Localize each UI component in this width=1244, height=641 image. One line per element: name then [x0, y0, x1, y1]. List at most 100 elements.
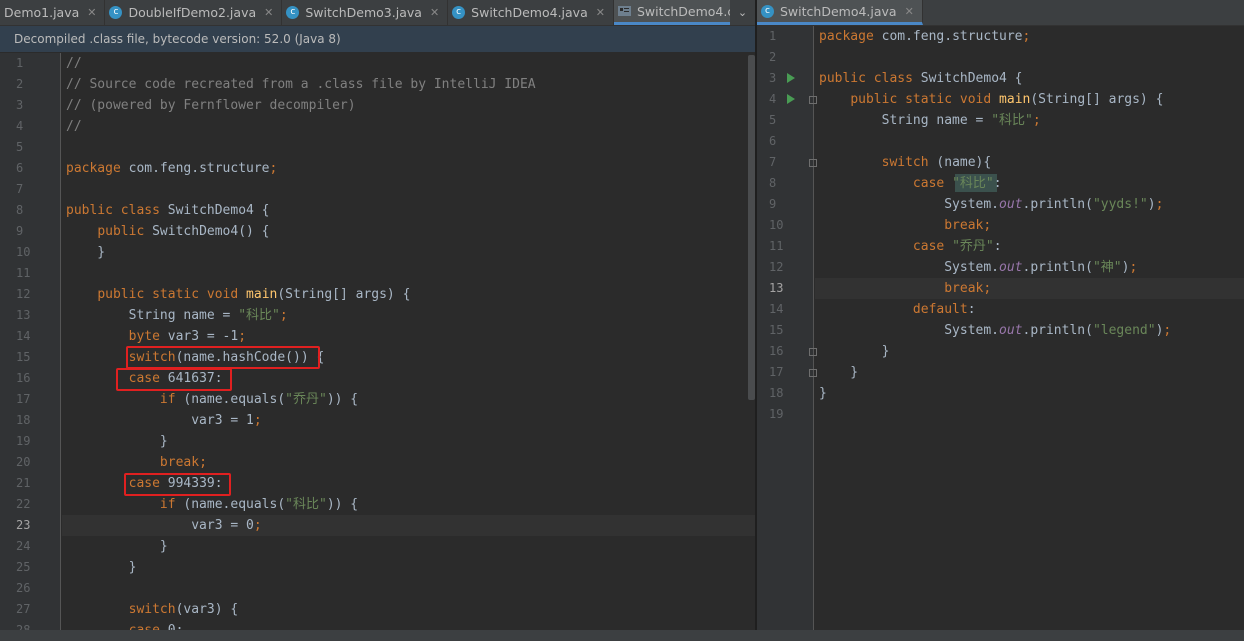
- code-line[interactable]: case "乔丹":: [819, 238, 1002, 255]
- line-number: 22: [16, 497, 31, 511]
- code-line[interactable]: var3 = 1;: [66, 412, 261, 429]
- code-line[interactable]: if (name.equals("乔丹")) {: [66, 391, 358, 408]
- code-line[interactable]: public static void main(String[] args) {: [66, 286, 410, 303]
- code-line[interactable]: }: [66, 538, 168, 555]
- tab-list-chevron-icon[interactable]: ⌄: [730, 0, 755, 25]
- code-line[interactable]: //: [66, 55, 82, 72]
- class-file-icon: [617, 5, 631, 17]
- tab-label: SwitchDemo3.java: [305, 5, 422, 20]
- code-line[interactable]: System.out.println("yyds!");: [819, 196, 1163, 213]
- java-class-icon: c: [109, 6, 123, 19]
- line-number: 8: [769, 176, 777, 190]
- run-gutter-icon[interactable]: [787, 73, 795, 83]
- line-number: 11: [769, 239, 784, 253]
- line-number: 20: [16, 455, 31, 469]
- code-line[interactable]: //: [66, 118, 82, 135]
- right-tab-0[interactable]: c SwitchDemo4.java ✕: [757, 0, 923, 25]
- line-number: 17: [769, 365, 784, 379]
- run-gutter-icon[interactable]: [787, 94, 795, 104]
- annotation-box-case-641637: [116, 368, 232, 391]
- line-number: 9: [769, 197, 777, 211]
- right-editor[interactable]: 1 package com.feng.structure; 2 3 public cla…: [757, 26, 1244, 630]
- line-number: 4: [769, 92, 777, 106]
- line-number: 16: [16, 371, 31, 385]
- line-number: 28: [16, 623, 31, 630]
- line-number: 14: [16, 329, 31, 343]
- code-line[interactable]: public SwitchDemo4() {: [66, 223, 269, 240]
- line-number: 3: [769, 71, 777, 85]
- code-line[interactable]: byte var3 = -1;: [66, 328, 246, 345]
- code-line[interactable]: }: [819, 385, 827, 402]
- code-line[interactable]: public static void main(String[] args) {: [819, 91, 1163, 108]
- left-tab-0[interactable]: Demo1.java ✕: [0, 0, 106, 25]
- line-number: 2: [769, 50, 777, 64]
- line-number: 7: [16, 182, 24, 196]
- line-number: 13: [16, 308, 31, 322]
- annotation-box-case-994339: [124, 473, 231, 496]
- java-class-icon: c: [452, 6, 466, 19]
- code-line[interactable]: // Source code recreated from a .class f…: [66, 76, 536, 93]
- line-number: 15: [769, 323, 784, 337]
- code-line[interactable]: String name = "科比";: [66, 307, 288, 324]
- code-line[interactable]: String name = "科比";: [819, 112, 1041, 129]
- code-line[interactable]: System.out.println("神");: [819, 259, 1137, 276]
- line-number: 7: [769, 155, 777, 169]
- left-editor[interactable]: 1 // 2 // Source code recreated from a .cla…: [0, 53, 755, 630]
- left-tab-1[interactable]: c DoubleIfDemo2.java ✕: [105, 0, 283, 25]
- line-number: 24: [16, 539, 31, 553]
- code-line[interactable]: // (powered by Fernflower decompiler): [66, 97, 356, 114]
- line-number: 2: [16, 77, 24, 91]
- line-number: 21: [16, 476, 31, 490]
- code-line[interactable]: }: [66, 433, 168, 450]
- code-line[interactable]: break;: [819, 217, 991, 234]
- fold-marker-icon[interactable]: [809, 159, 817, 167]
- line-number: 11: [16, 266, 31, 280]
- line-number: 25: [16, 560, 31, 574]
- close-icon[interactable]: ✕: [596, 6, 605, 19]
- code-line[interactable]: }: [819, 364, 858, 381]
- tab-label: SwitchDemo4.java: [780, 3, 897, 19]
- close-icon[interactable]: ✕: [905, 5, 914, 18]
- code-line[interactable]: switch (name){: [819, 154, 992, 171]
- line-number: 17: [16, 392, 31, 406]
- code-line[interactable]: var3 = 0;: [66, 517, 261, 534]
- code-line[interactable]: }: [66, 559, 137, 576]
- line-number: 6: [16, 161, 24, 175]
- code-line[interactable]: break;: [819, 280, 991, 297]
- code-line[interactable]: package com.feng.structure;: [66, 160, 277, 177]
- line-number: 4: [16, 119, 24, 133]
- close-icon[interactable]: ✕: [430, 6, 439, 19]
- java-class-icon: c: [761, 4, 774, 18]
- line-number: 3: [16, 98, 24, 112]
- code-line[interactable]: case "科比":: [819, 175, 1002, 192]
- left-tab-2[interactable]: c SwitchDemo3.java ✕: [282, 0, 449, 25]
- tab-label: Demo1.java: [4, 5, 80, 20]
- line-number: 12: [769, 260, 784, 274]
- code-line[interactable]: switch(var3) {: [66, 601, 239, 618]
- fold-marker-icon[interactable]: [809, 96, 817, 104]
- line-number: 26: [16, 581, 31, 595]
- code-line[interactable]: public class SwitchDemo4 {: [66, 202, 270, 219]
- code-line[interactable]: System.out.println("legend");: [819, 322, 1171, 339]
- left-gutter: [0, 53, 61, 630]
- code-line[interactable]: if (name.equals("科比")) {: [66, 496, 358, 513]
- line-number: 19: [769, 407, 784, 421]
- fold-marker-icon[interactable]: [809, 348, 817, 356]
- line-number: 12: [16, 287, 31, 301]
- vertical-scrollbar-thumb[interactable]: [748, 55, 755, 400]
- left-tab-bar: Demo1.java ✕ c DoubleIfDemo2.java ✕ c SwitchDe…: [0, 0, 755, 26]
- line-number: 5: [769, 113, 777, 127]
- left-tab-3[interactable]: c SwitchDemo4.java ✕: [448, 0, 614, 25]
- close-icon[interactable]: ✕: [264, 6, 273, 19]
- code-line[interactable]: package com.feng.structure;: [819, 28, 1030, 45]
- code-line[interactable]: }: [819, 343, 890, 360]
- close-icon[interactable]: ✕: [87, 6, 96, 19]
- line-number: 27: [16, 602, 31, 616]
- code-line[interactable]: public class SwitchDemo4 {: [819, 70, 1023, 87]
- code-line[interactable]: case 0:: [66, 622, 184, 630]
- code-line[interactable]: default:: [819, 301, 976, 318]
- tab-label: DoubleIfDemo2.java: [128, 5, 257, 20]
- code-line[interactable]: }: [66, 244, 105, 261]
- code-line[interactable]: break;: [66, 454, 207, 471]
- fold-marker-icon[interactable]: [809, 369, 817, 377]
